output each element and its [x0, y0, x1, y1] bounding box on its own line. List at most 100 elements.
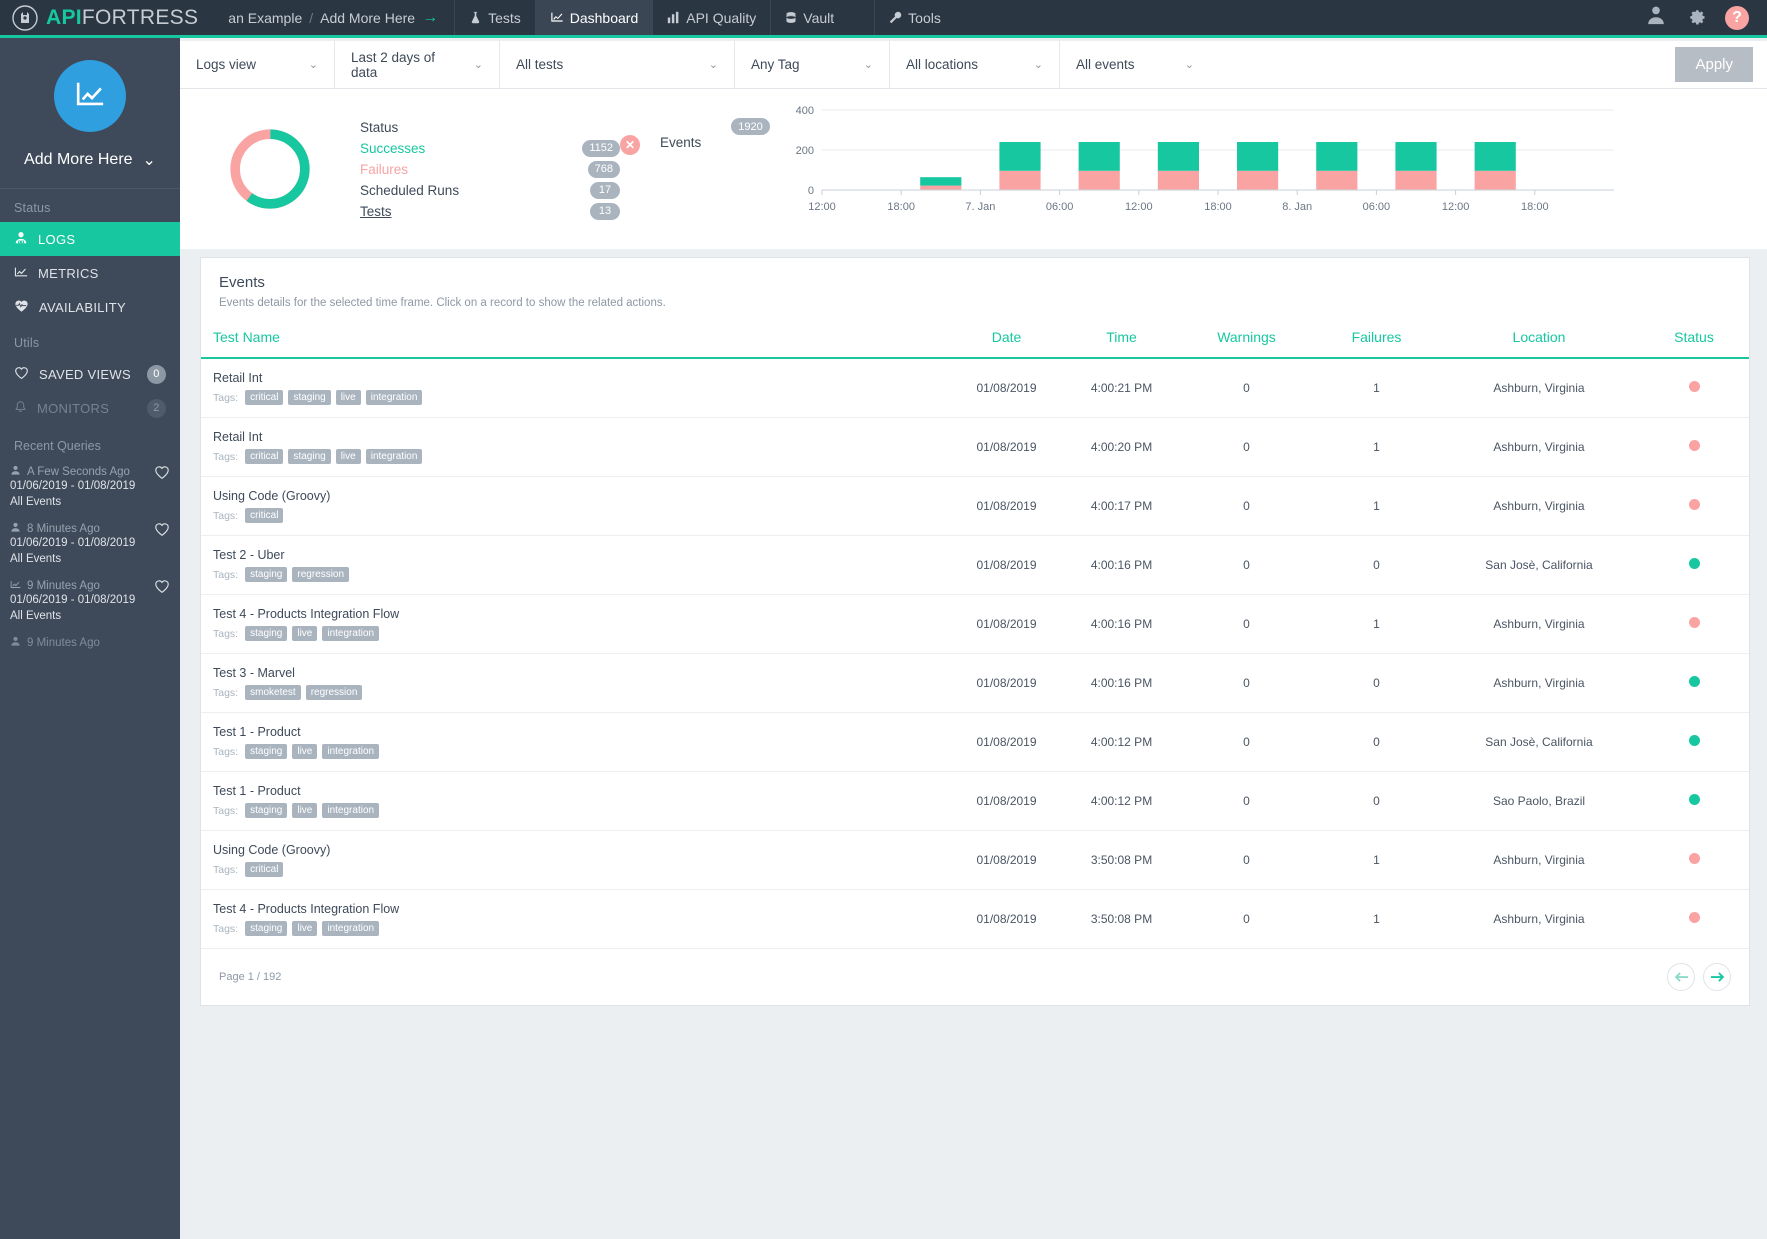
- tag-chip[interactable]: live: [336, 449, 361, 464]
- query-range: 01/06/2019 - 01/08/2019: [10, 536, 148, 552]
- table-row[interactable]: Test 2 - UberTags:stagingregression01/08…: [201, 536, 1749, 595]
- logs-icon: [10, 465, 21, 479]
- tab-dashboard[interactable]: Dashboard: [535, 0, 653, 35]
- column-header-warnings[interactable]: Warnings: [1179, 321, 1314, 358]
- stat-row-tests[interactable]: Tests 13: [360, 201, 620, 222]
- tag-chip[interactable]: smoketest: [245, 685, 301, 700]
- tag-chip[interactable]: staging: [245, 921, 287, 936]
- heart-icon[interactable]: [154, 579, 170, 599]
- tab-vault[interactable]: Vault: [770, 0, 848, 35]
- tag-chip[interactable]: staging: [245, 803, 287, 818]
- table-row[interactable]: Test 1 - ProductTags:stagingliveintegrat…: [201, 713, 1749, 772]
- tag-chip[interactable]: staging: [245, 626, 287, 641]
- column-header-failures[interactable]: Failures: [1314, 321, 1439, 358]
- app-logo[interactable]: APIFORTRESS: [0, 0, 212, 35]
- tag-chip[interactable]: live: [292, 803, 317, 818]
- list-item[interactable]: 9 Minutes Ago 01/06/2019 - 01/08/2019 Al…: [0, 573, 180, 630]
- sidebar-item-metrics[interactable]: METRICS: [0, 256, 180, 290]
- tag-chip[interactable]: staging: [245, 567, 287, 582]
- tag-chip[interactable]: staging: [288, 449, 330, 464]
- table-row[interactable]: Using Code (Groovy)Tags:critical01/08/20…: [201, 477, 1749, 536]
- apply-button[interactable]: Apply: [1675, 47, 1753, 82]
- column-header-time[interactable]: Time: [1064, 321, 1179, 358]
- table-row[interactable]: Retail IntTags:criticalstagingliveintegr…: [201, 358, 1749, 418]
- breadcrumb-project[interactable]: Add More Here: [320, 10, 415, 26]
- tag-chip[interactable]: integration: [322, 744, 379, 759]
- cell-failures: 1: [1314, 358, 1439, 418]
- tag-chip[interactable]: critical: [245, 390, 283, 405]
- table-row[interactable]: Test 3 - MarvelTags:smoketestregression0…: [201, 654, 1749, 713]
- tag-chip[interactable]: live: [336, 390, 361, 405]
- tag-chip[interactable]: staging: [245, 744, 287, 759]
- tag-chip[interactable]: integration: [366, 449, 423, 464]
- chevron-down-icon: ⌄: [864, 58, 873, 71]
- cell-warnings: 0: [1179, 772, 1314, 831]
- tests-label[interactable]: Tests: [360, 204, 590, 219]
- cell-test-name: Test 4 - Products Integration FlowTags:s…: [201, 890, 949, 949]
- tag-chip[interactable]: regression: [292, 567, 349, 582]
- list-item[interactable]: A Few Seconds Ago 01/06/2019 - 01/08/201…: [0, 459, 180, 516]
- stat-row-successes: Successes 1152: [360, 138, 620, 159]
- table-row[interactable]: Test 4 - Products Integration FlowTags:s…: [201, 890, 1749, 949]
- filter-timerange-select[interactable]: Last 2 days of data ⌄: [335, 41, 500, 88]
- prev-page-button[interactable]: [1667, 963, 1695, 991]
- table-row[interactable]: Test 1 - ProductTags:stagingliveintegrat…: [201, 772, 1749, 831]
- tag-chip[interactable]: integration: [322, 921, 379, 936]
- sidebar-item-saved-views[interactable]: SAVED VIEWS 0: [0, 357, 180, 391]
- events-card-subtitle: Events details for the selected time fra…: [219, 297, 1731, 309]
- list-item[interactable]: 8 Minutes Ago 01/06/2019 - 01/08/2019 Al…: [0, 516, 180, 573]
- svg-text:06:00: 06:00: [1362, 201, 1390, 213]
- sidebar-project-avatar[interactable]: [0, 38, 180, 142]
- test-name-label: Test 1 - Product: [213, 725, 943, 739]
- breadcrumb-org[interactable]: an Example: [228, 10, 302, 26]
- tag-chip[interactable]: staging: [288, 390, 330, 405]
- tag-chip[interactable]: critical: [245, 508, 283, 523]
- filter-bar: Logs view ⌄ Last 2 days of data ⌄ All te…: [180, 41, 1767, 89]
- user-icon[interactable]: [1645, 4, 1667, 31]
- tag-chip[interactable]: live: [292, 626, 317, 641]
- column-header-date[interactable]: Date: [949, 321, 1064, 358]
- filter-tag-select[interactable]: Any Tag ⌄: [735, 41, 890, 88]
- tag-chip[interactable]: regression: [306, 685, 363, 700]
- filter-events-select[interactable]: All events ⌄: [1060, 41, 1210, 88]
- filter-tests-select[interactable]: All tests ⌄: [500, 41, 735, 88]
- list-item[interactable]: 9 Minutes Ago: [0, 630, 180, 656]
- sidebar-item-monitors[interactable]: MONITORS 2: [0, 391, 180, 425]
- tab-tests[interactable]: Tests: [454, 0, 535, 35]
- breadcrumb-arrow-icon[interactable]: →: [422, 9, 438, 27]
- heart-icon[interactable]: [154, 522, 170, 542]
- sidebar-project-selector[interactable]: Add More Here ⌄: [0, 142, 180, 188]
- tab-tools[interactable]: Tools: [874, 0, 955, 35]
- svg-text:0: 0: [808, 185, 814, 197]
- sidebar-item-availability[interactable]: AVAILABILITY: [0, 290, 180, 324]
- column-header-test-name[interactable]: Test Name: [201, 321, 949, 358]
- logo-text-fortress: FORTRESS: [82, 6, 198, 29]
- tag-chip[interactable]: integration: [366, 390, 423, 405]
- tag-chip[interactable]: critical: [245, 449, 283, 464]
- events-table-head: Test Name Date Time Warnings Failures Lo…: [201, 321, 1749, 358]
- filter-locations-select[interactable]: All locations ⌄: [890, 41, 1060, 88]
- column-header-status[interactable]: Status: [1639, 321, 1749, 358]
- table-row[interactable]: Using Code (Groovy)Tags:critical01/08/20…: [201, 831, 1749, 890]
- tag-chip[interactable]: integration: [322, 626, 379, 641]
- tag-chip[interactable]: live: [292, 744, 317, 759]
- tag-chip[interactable]: integration: [322, 803, 379, 818]
- top-nav: Tests Dashboard API Quality Vault Tools: [454, 0, 955, 35]
- column-header-location[interactable]: Location: [1439, 321, 1639, 358]
- heart-icon[interactable]: [154, 465, 170, 485]
- cell-warnings: 0: [1179, 477, 1314, 536]
- saved-views-badge: 0: [147, 365, 166, 384]
- table-row[interactable]: Test 4 - Products Integration FlowTags:s…: [201, 595, 1749, 654]
- next-page-button[interactable]: [1703, 963, 1731, 991]
- sidebar-item-logs[interactable]: LOGS: [0, 222, 180, 256]
- tab-api-quality[interactable]: API Quality: [652, 0, 770, 35]
- tag-chip[interactable]: live: [292, 921, 317, 936]
- cell-warnings: 0: [1179, 358, 1314, 418]
- table-row[interactable]: Retail IntTags:criticalstagingliveintegr…: [201, 418, 1749, 477]
- events-card-header: Events Events details for the selected t…: [201, 258, 1749, 321]
- tag-chip[interactable]: critical: [245, 862, 283, 877]
- filter-view-select[interactable]: Logs view ⌄: [180, 41, 335, 88]
- x-circle-icon[interactable]: ✕: [620, 135, 640, 155]
- help-icon[interactable]: ?: [1725, 6, 1749, 30]
- gear-icon[interactable]: [1685, 4, 1707, 31]
